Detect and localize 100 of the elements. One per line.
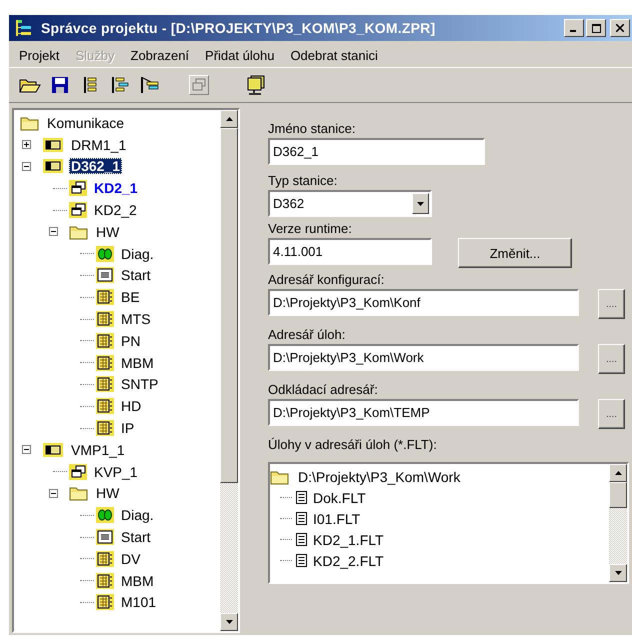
minimize-button[interactable] [564, 19, 584, 37]
browse-button[interactable]: .... [598, 344, 625, 374]
browse-button[interactable]: .... [598, 289, 625, 319]
diagnostics-icon [96, 507, 114, 524]
windows-icon [69, 464, 87, 480]
expander-button[interactable] [22, 445, 31, 454]
tree-item[interactable]: Diag. [119, 507, 156, 524]
field-label: Adresář konfigurací: [268, 272, 384, 287]
module-icon [96, 550, 114, 567]
field-label: Typ stanice: [268, 173, 338, 188]
scrollbar[interactable] [220, 110, 238, 631]
menu-item[interactable]: Projekt [19, 48, 60, 62]
menu-item[interactable]: Přidat úlohu [205, 48, 274, 62]
station-type-dropdown[interactable]: D362 [268, 190, 432, 217]
module-icon [96, 354, 114, 371]
station-icon [42, 442, 64, 458]
module-icon [96, 289, 114, 306]
list-item[interactable]: KD2_2.FLT [313, 552, 384, 568]
scroll-thumb[interactable] [609, 482, 627, 508]
directory-field[interactable]: D:\Projekty\P3_Kom\Work [268, 344, 579, 371]
directory-field[interactable]: D:\Projekty\P3_Kom\Konf [268, 289, 579, 316]
up-arrow-icon [614, 471, 622, 475]
tree-item[interactable]: Start [119, 529, 153, 546]
document-icon [296, 512, 307, 525]
tree-icon [83, 76, 97, 94]
station-icon [42, 158, 64, 174]
scrollbar[interactable] [609, 464, 627, 582]
module-icon [96, 332, 114, 349]
document-icon [296, 554, 307, 567]
list-item[interactable]: Dok.FLT [313, 490, 366, 506]
scroll-thumb[interactable] [220, 128, 238, 483]
folder-icon [20, 114, 40, 131]
menu-item[interactable]: Odebrat stanici [290, 48, 378, 62]
field-label: Adresář úloh: [268, 327, 346, 342]
tree-item[interactable]: Diag. [119, 246, 156, 262]
change-button[interactable]: Změnit... [458, 238, 572, 268]
tree-item[interactable]: HW [94, 485, 122, 502]
tree-item[interactable]: MBM [119, 354, 156, 371]
station-icon [42, 136, 64, 153]
tree-item[interactable]: BE [119, 289, 142, 306]
down-arrow-icon [226, 620, 232, 624]
folder-icon [69, 485, 89, 502]
tree-icon [111, 76, 129, 94]
expander-button[interactable] [49, 227, 58, 236]
expander-button[interactable] [22, 140, 31, 150]
folder-icon [270, 468, 290, 484]
list-item[interactable]: D:\Projekty\P3_Kom\Work [298, 468, 460, 484]
document-icon [296, 491, 307, 504]
tree-item[interactable]: VMP1_1 [69, 442, 127, 458]
computer-icon [245, 75, 267, 95]
tree-icon [140, 76, 160, 94]
dropdown-arrow-icon [417, 202, 424, 206]
windows-icon [69, 202, 87, 218]
tree-item[interactable]: M101 [119, 594, 158, 610]
tree-item[interactable]: DV [119, 550, 142, 567]
tree-item[interactable]: MBM [119, 572, 156, 589]
windows-icon [191, 77, 207, 93]
down-arrow-icon [614, 571, 622, 575]
module-icon [96, 594, 114, 610]
station-name-field[interactable]: D362_1 [268, 138, 485, 165]
document-icon [296, 533, 307, 546]
runtime-version-field[interactable]: 4.11.001 [268, 238, 432, 265]
tree-item[interactable]: Start [119, 267, 153, 284]
module-icon [96, 311, 114, 328]
field-label: Jméno stanice: [268, 121, 356, 136]
tree-item[interactable]: DRM1_1 [69, 136, 128, 153]
expander-button[interactable] [22, 162, 31, 171]
expander-button[interactable] [49, 488, 58, 498]
module-icon [96, 398, 114, 414]
list-icon [96, 267, 114, 284]
tree-item[interactable]: KD2_2 [92, 202, 139, 218]
save-icon [51, 76, 69, 94]
field-label: Verze runtime: [268, 221, 352, 236]
tree-item[interactable]: KVP_1 [92, 464, 140, 480]
module-icon [96, 572, 114, 589]
tree-item[interactable]: Komunikace [45, 114, 126, 131]
menu-item[interactable]: Zobrazení [130, 48, 190, 62]
tree-item[interactable]: IP [119, 420, 136, 436]
tree-item[interactable]: KD2_1 [92, 180, 140, 196]
tree-item[interactable]: SNTP [119, 376, 160, 392]
close-button[interactable] [610, 19, 630, 37]
tree-item[interactable]: HD [119, 398, 144, 414]
tree-item[interactable]: HW [94, 224, 122, 240]
tree-item[interactable]: D362_1 [69, 158, 122, 174]
maximize-icon [592, 24, 600, 32]
maximize-button[interactable] [586, 19, 606, 37]
list-icon [96, 529, 114, 546]
tree-item[interactable]: PN [119, 332, 142, 349]
list-item[interactable]: KD2_1.FLT [313, 532, 384, 548]
up-arrow-icon [226, 117, 232, 121]
field-label: Odkládací adresář: [268, 382, 378, 397]
module-icon [96, 376, 114, 392]
diagnostics-icon [96, 246, 114, 262]
list-item[interactable]: I01.FLT [313, 510, 360, 526]
tree-item[interactable]: MTS [119, 311, 153, 328]
directory-field[interactable]: D:\Projekty\P3_Kom\TEMP [268, 399, 579, 426]
close-icon [616, 24, 624, 32]
browse-button[interactable]: .... [598, 399, 625, 429]
folder-icon [69, 224, 89, 240]
tree-icon [15, 19, 33, 37]
